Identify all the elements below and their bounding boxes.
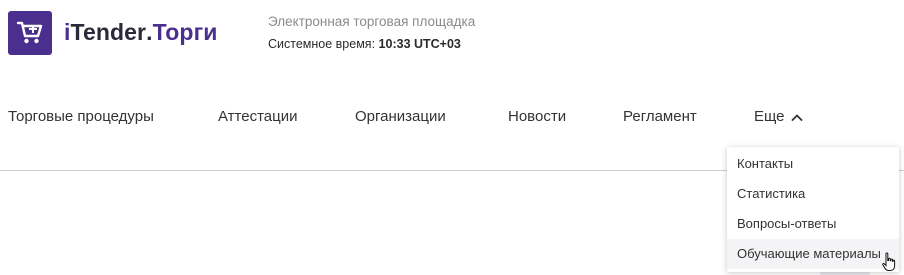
page: i Tender . Торги Электронная торговая пл… [0, 0, 904, 275]
brand-main: Tender [70, 19, 147, 45]
dropdown-item-statistics[interactable]: Статистика [727, 179, 899, 209]
nav-more-label: Еще [754, 108, 785, 125]
shopping-cart-icon [16, 21, 43, 44]
system-time-label: Системное время: [268, 37, 376, 51]
nav-item-trade-procedures[interactable]: Торговые процедуры [8, 108, 154, 125]
dropdown-item-training-materials[interactable]: Обучающие материалы [727, 239, 899, 269]
logo[interactable] [8, 11, 52, 55]
tagline: Электронная торговая площадка [268, 14, 476, 29]
nav-item-organizations[interactable]: Организации [355, 108, 446, 125]
brand-name[interactable]: i Tender . Торги [64, 19, 218, 46]
nav-item-regulations[interactable]: Регламент [623, 108, 697, 125]
hand-cursor-icon [882, 252, 896, 271]
nav-item-more[interactable]: Еще [754, 108, 803, 125]
system-time: Системное время: 10:33 UTC+03 [268, 37, 461, 51]
dropdown-item-contacts[interactable]: Контакты [727, 149, 899, 179]
brand-sub: Торги [152, 19, 218, 45]
system-time-value: 10:33 UTC+03 [378, 37, 461, 51]
chevron-up-icon [791, 114, 802, 121]
more-dropdown-menu: Контакты Статистика Вопросы-ответы Обуча… [727, 147, 899, 272]
nav-item-attestations[interactable]: Аттестации [218, 108, 297, 125]
dropdown-item-faq[interactable]: Вопросы-ответы [727, 209, 899, 239]
nav-item-news[interactable]: Новости [508, 108, 566, 125]
